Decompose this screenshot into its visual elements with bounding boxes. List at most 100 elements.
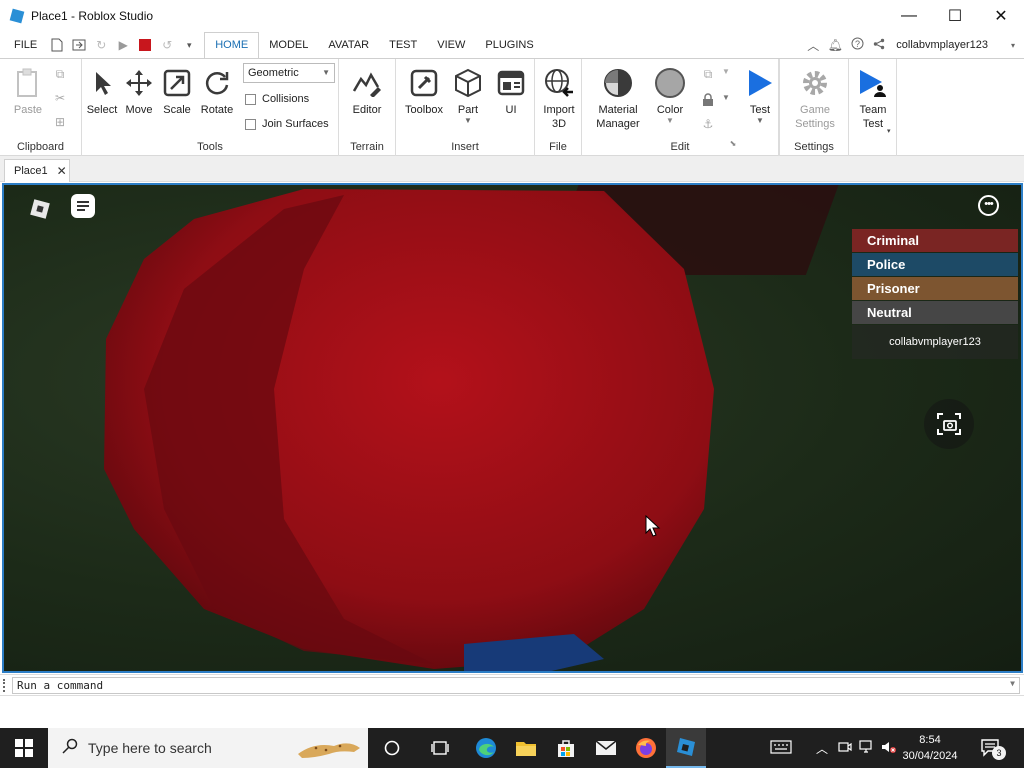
- edit-label: Edit: [670, 141, 690, 153]
- ribbon: Paste ⧉ ✂ ⊞ Clipboard Select Move Scale: [0, 58, 1024, 156]
- show-hidden-icons-icon[interactable]: ︿: [810, 740, 834, 757]
- cursor-arrow-icon: [86, 67, 118, 99]
- rotate-button[interactable]: Rotate: [199, 67, 235, 117]
- microsoft-store-icon[interactable]: [546, 728, 586, 768]
- material-manager-button[interactable]: Material Manager: [596, 67, 640, 131]
- close-tab-icon[interactable]: ✕: [57, 164, 67, 178]
- color-dropdown-icon: ▼: [666, 116, 674, 125]
- team-police[interactable]: Police: [852, 253, 1018, 276]
- player-entry[interactable]: collabvmplayer123: [852, 325, 1018, 359]
- color-button[interactable]: Color ▼: [652, 67, 688, 125]
- team-neutral[interactable]: Neutral: [852, 301, 1018, 324]
- toolbox-button[interactable]: Toolbox: [404, 67, 444, 117]
- file-group: Import 3D File: [535, 59, 582, 156]
- mouse-cursor-icon: [645, 515, 661, 537]
- team-test-group: Team Test ▾: [849, 59, 897, 156]
- menu-plugins[interactable]: PLUGINS: [475, 32, 543, 58]
- clock-date: 30/04/2024: [902, 750, 958, 762]
- chevron-down-icon[interactable]: ▼: [1010, 679, 1015, 688]
- import-3d-button[interactable]: Import 3D: [541, 67, 577, 131]
- file-explorer-icon[interactable]: [506, 728, 546, 768]
- play-icon[interactable]: ▶: [112, 32, 134, 58]
- lock-dropdown-icon[interactable]: ▼: [718, 93, 734, 109]
- lock-icon[interactable]: [700, 93, 716, 109]
- chat-icon[interactable]: [71, 194, 95, 218]
- terrain-editor-icon: [351, 67, 383, 99]
- terrain-editor-button[interactable]: Editor: [351, 67, 383, 117]
- edge-browser-icon[interactable]: [466, 728, 506, 768]
- document-tab-strip: Place1 ✕: [0, 156, 1024, 182]
- stop-icon[interactable]: [134, 32, 156, 58]
- meet-now-icon[interactable]: [834, 740, 856, 757]
- ui-button[interactable]: UI: [495, 67, 527, 117]
- clipboard-label: Clipboard: [16, 141, 65, 153]
- search-icon: [62, 738, 78, 758]
- undo-icon: ↺: [162, 38, 173, 52]
- command-input[interactable]: Run a command ▼: [12, 677, 1020, 694]
- title-bar: Place1 - Roblox Studio — ☐ ✕: [0, 0, 1024, 32]
- publish-icon[interactable]: [68, 32, 90, 58]
- taskbar-search[interactable]: Type here to search: [48, 728, 368, 768]
- snap-mode-dropdown[interactable]: Geometric ▼: [243, 63, 335, 83]
- close-button[interactable]: ✕: [978, 0, 1024, 32]
- clock-time: 8:54: [919, 734, 941, 746]
- collapse-ribbon-icon[interactable]: ︿: [802, 37, 824, 54]
- insert-label: Insert: [451, 141, 479, 153]
- minimize-button[interactable]: —: [886, 0, 932, 32]
- firefox-icon[interactable]: [626, 728, 666, 768]
- system-tray: ︿: [768, 728, 900, 768]
- menu-test[interactable]: TEST: [379, 32, 427, 58]
- team-test-dropdown-icon[interactable]: ▾: [887, 127, 891, 135]
- part-button[interactable]: Part ▼: [452, 67, 484, 125]
- new-file-icon[interactable]: [46, 32, 68, 58]
- notifications-icon[interactable]: 🔔︎: [824, 38, 846, 52]
- scale-button[interactable]: Scale: [161, 67, 193, 117]
- move-button[interactable]: Move: [123, 67, 155, 117]
- scale-icon: [161, 67, 193, 99]
- account-dropdown-icon[interactable]: ▾: [1002, 41, 1024, 50]
- screenshot-camera-button[interactable]: [924, 399, 974, 449]
- more-options-icon[interactable]: •••: [978, 195, 999, 216]
- command-bar: Run a command ▼: [0, 674, 1024, 696]
- maximize-button[interactable]: ☐: [932, 0, 978, 32]
- globe-import-icon: [543, 67, 575, 99]
- cut-icon: ✂: [54, 91, 66, 105]
- collisions-checkbox[interactable]: Collisions: [245, 93, 309, 105]
- select-button[interactable]: Select: [86, 67, 118, 117]
- tab-place1[interactable]: Place1 ✕: [4, 159, 70, 182]
- search-highlight-image: [298, 743, 360, 758]
- team-leaderboard: Criminal Police Prisoner Neutral collabv…: [852, 229, 1018, 359]
- cortana-icon[interactable]: [372, 728, 412, 768]
- paste-button[interactable]: Paste: [12, 67, 44, 117]
- share-icon[interactable]: [868, 38, 890, 53]
- menu-avatar[interactable]: AVATAR: [318, 32, 379, 58]
- username-label[interactable]: collabvmplayer123: [890, 39, 1002, 51]
- clock[interactable]: 8:54 30/04/2024: [898, 732, 962, 764]
- roblox-studio-taskbar-icon[interactable]: [666, 728, 706, 768]
- terrain-group: Editor Terrain: [339, 59, 396, 156]
- customize-toolbar-icon[interactable]: ▾: [178, 32, 200, 58]
- volume-muted-icon[interactable]: [878, 740, 900, 757]
- join-surfaces-checkbox[interactable]: Join Surfaces: [245, 118, 329, 130]
- mail-icon[interactable]: [586, 728, 626, 768]
- game-viewport[interactable]: ••• Criminal Police Prisoner Neutral col…: [2, 183, 1023, 673]
- help-icon[interactable]: ?: [846, 37, 868, 53]
- settings-group: Game Settings Settings: [780, 59, 849, 156]
- menu-file[interactable]: FILE: [0, 32, 46, 58]
- drag-handle[interactable]: [3, 679, 5, 692]
- input-method-icon[interactable]: [768, 739, 794, 757]
- menu-home[interactable]: HOME: [204, 31, 260, 59]
- task-view-icon[interactable]: [420, 728, 460, 768]
- team-prisoner[interactable]: Prisoner: [852, 277, 1018, 300]
- team-criminal[interactable]: Criminal: [852, 229, 1018, 252]
- action-center-button[interactable]: 3: [980, 738, 1006, 760]
- menu-view[interactable]: VIEW: [427, 32, 475, 58]
- roblox-menu-icon[interactable]: [29, 198, 51, 220]
- team-test-button[interactable]: Team Test: [855, 67, 891, 131]
- window-title: Place1 - Roblox Studio: [31, 9, 154, 23]
- menu-model[interactable]: MODEL: [259, 32, 318, 58]
- test-button[interactable]: Test ▼: [742, 67, 778, 125]
- network-icon[interactable]: [856, 739, 878, 757]
- start-button[interactable]: [0, 728, 48, 768]
- game-settings-button[interactable]: Game Settings: [792, 67, 838, 131]
